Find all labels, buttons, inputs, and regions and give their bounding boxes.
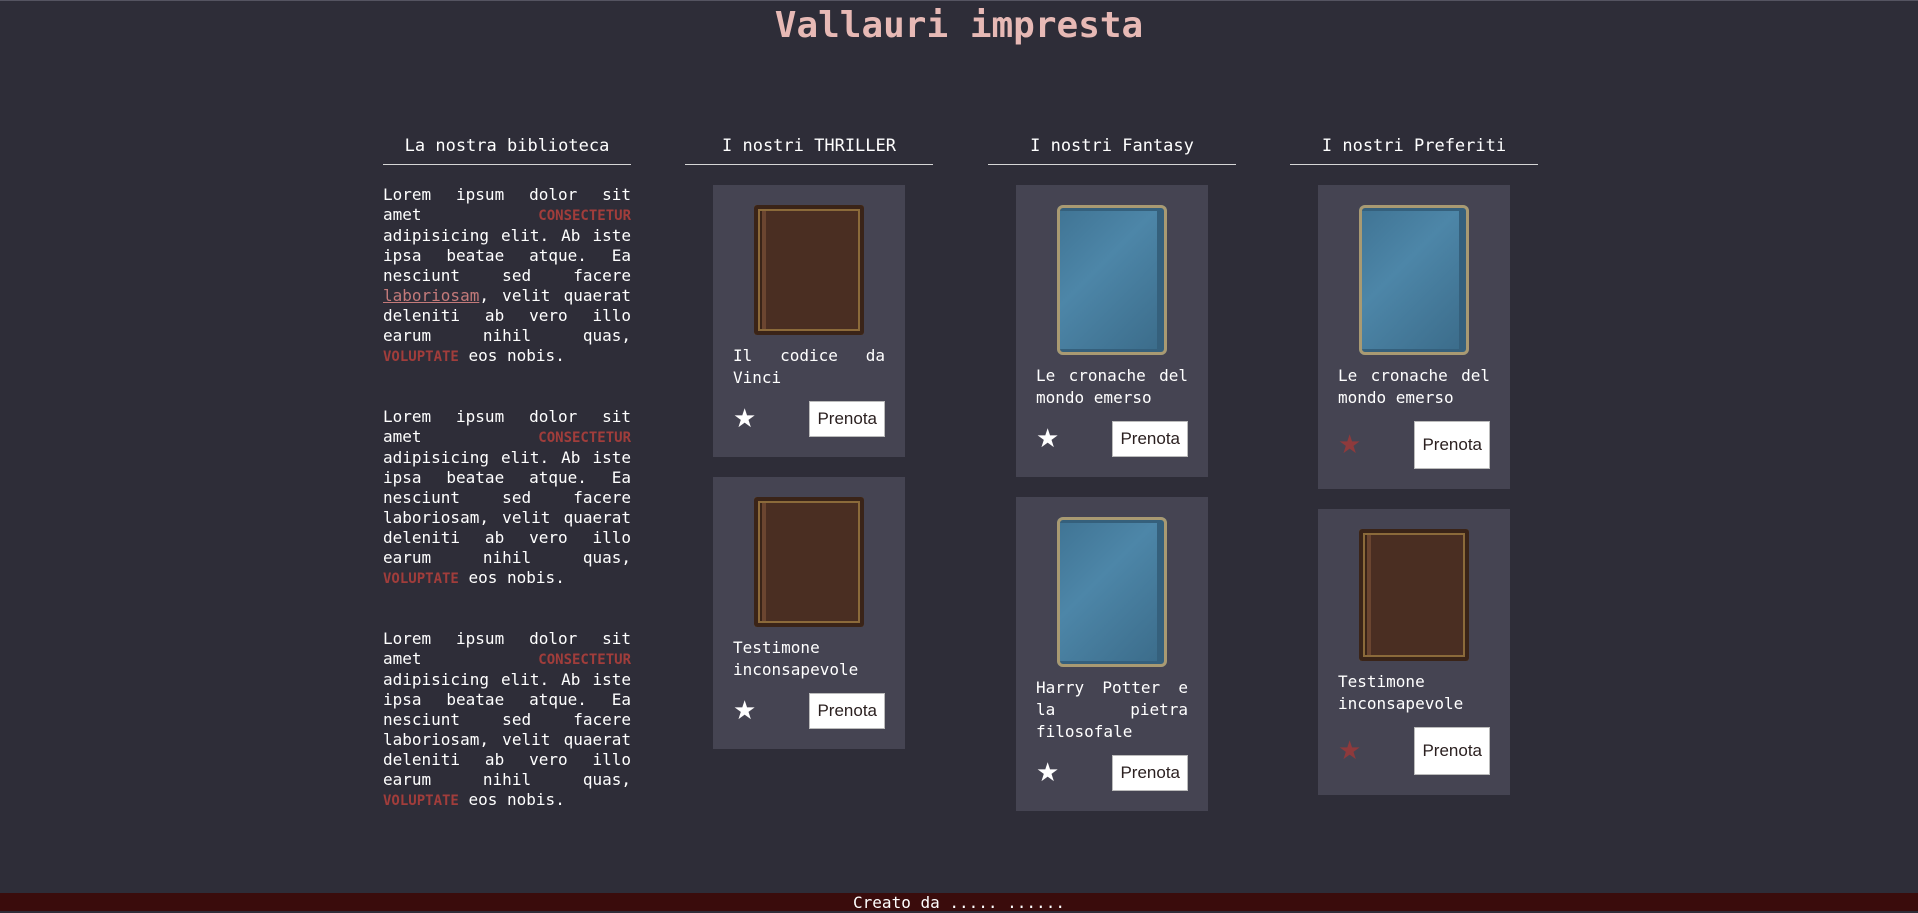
prenota-button[interactable]: Prenota [1414,727,1490,775]
library-heading: La nostra biblioteca [383,128,631,165]
book-title: Le cronache del mondo emerso [1338,366,1490,407]
thriller-heading: I nostri THRILLER [685,128,933,165]
highlight-voluptate: VOLUPTATE [383,793,459,809]
page-footer: Creato da ..... ...... [0,893,1918,912]
prenota-button[interactable]: Prenota [1414,421,1490,469]
card-footer: ★ Prenota [733,693,885,729]
blue-book-cover [1057,517,1167,667]
highlight-consectetur: CONSECTETUR [538,652,631,668]
highlight-consectetur: CONSECTETUR [538,208,631,224]
star-icon[interactable]: ★ [733,696,756,726]
thriller-column: I nostri THRILLER Il codice da Vinci ★ P… [685,128,933,769]
prenota-button[interactable]: Prenota [809,401,885,437]
library-paragraph-1: Lorem ipsum dolor sit amet CONSECTETUR a… [383,185,631,367]
site-title: Vallauri impresta [774,5,1144,46]
paragraph-text: eos nobis. [458,346,565,365]
star-icon[interactable]: ★ [1338,736,1361,766]
card-footer: ★ Prenota [1036,755,1188,791]
paragraph-text: eos nobis. [458,790,565,809]
paragraph-text: adipisicing elit. Ab iste ipsa beatae at… [383,670,631,789]
book-card: Harry Potter e la pietra filosofale ★ Pr… [1016,497,1208,811]
paragraph-text: eos nobis. [458,568,565,587]
paragraph-text: adipisicing elit. Ab iste ipsa beatae at… [383,448,631,567]
highlight-voluptate: VOLUPTATE [383,571,459,587]
book-card: Testimone inconsapevole ★ Prenota [713,477,905,749]
library-column: La nostra biblioteca Lorem ipsum dolor s… [383,128,631,851]
card-footer: ★ Prenota [1036,421,1188,457]
favorites-heading: I nostri Preferiti [1290,128,1538,165]
book-title: Testimone inconsapevole [1338,672,1464,713]
library-paragraph-2: Lorem ipsum dolor sit amet CONSECTETUR a… [383,407,631,589]
blue-book-cover [1057,205,1167,355]
fantasy-heading: I nostri Fantasy [988,128,1236,165]
prenota-button[interactable]: Prenota [809,693,885,729]
star-icon[interactable]: ★ [1338,430,1361,460]
paragraph-text: adipisicing elit. Ab iste ipsa beatae at… [383,226,631,285]
brown-book-cover [754,497,864,627]
star-icon[interactable]: ★ [733,404,756,434]
top-border [0,0,1918,1]
blue-book-cover [1359,205,1469,355]
book-card: Il codice da Vinci ★ Prenota [713,185,905,457]
library-paragraph-3: Lorem ipsum dolor sit amet CONSECTETUR a… [383,629,631,811]
favorites-column: I nostri Preferiti Le cronache del mondo… [1290,128,1538,815]
book-title: Testimone inconsapevole [733,638,859,679]
book-title: Le cronache del mondo emerso [1036,366,1188,407]
highlight-voluptate: VOLUPTATE [383,349,459,365]
highlight-consectetur: CONSECTETUR [538,430,631,446]
book-title: Il codice da Vinci [733,346,885,387]
fantasy-column: I nostri Fantasy Le cronache del mondo e… [988,128,1236,831]
book-title: Harry Potter e la pietra filosofale [1036,678,1188,741]
brown-book-cover [754,205,864,335]
book-card: Testimone inconsapevole ★ Prenota [1318,509,1510,795]
prenota-button[interactable]: Prenota [1112,421,1188,457]
card-footer: ★ Prenota [1338,727,1490,775]
book-card: Le cronache del mondo emerso ★ Prenota [1016,185,1208,477]
prenota-button[interactable]: Prenota [1112,755,1188,791]
book-card: Le cronache del mondo emerso ★ Prenota [1318,185,1510,489]
laboriosam-link[interactable]: laboriosam [383,286,479,305]
brown-book-cover [1359,529,1469,661]
star-icon[interactable]: ★ [1036,424,1059,454]
card-footer: ★ Prenota [1338,421,1490,469]
card-footer: ★ Prenota [733,401,885,437]
star-icon[interactable]: ★ [1036,758,1059,788]
